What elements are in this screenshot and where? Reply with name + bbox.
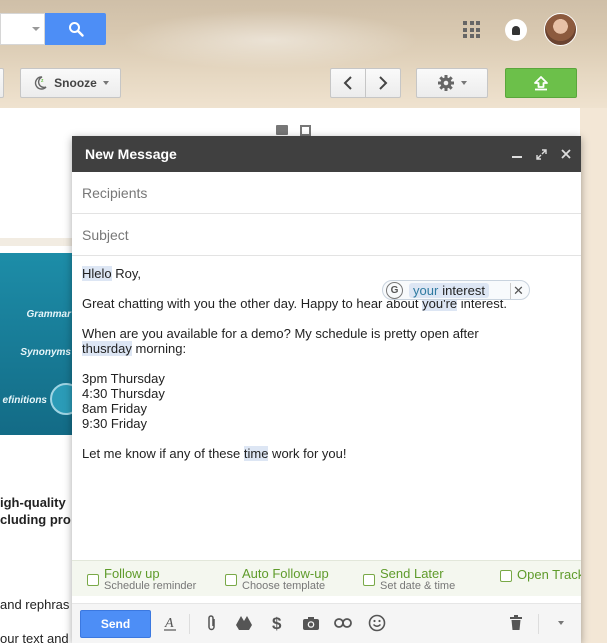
body-text: Great chatting with you the other day. H… [82,296,423,311]
close-icon[interactable] [561,149,571,159]
snooze-button[interactable]: z Snooze [20,68,121,98]
divider [0,238,72,246]
popout-icon[interactable] [300,125,311,136]
search-options-caret[interactable] [32,27,40,31]
money-icon[interactable]: $ [267,613,287,633]
link-icon[interactable] [333,613,353,633]
flagged-word[interactable]: time [243,446,269,461]
svg-text:z: z [41,78,44,84]
svg-text:$: $ [272,614,282,632]
body-text: 8am Friday [82,401,148,416]
notifications-bell-icon[interactable] [505,19,527,41]
body-text: 4:30 Thursday [82,386,165,401]
toolbar-button-partial[interactable] [0,68,4,98]
body-text: When are you available for a demo? My sc… [82,326,479,341]
promo-label: Grammar [26,309,71,320]
promo-label: Synonyms [20,347,71,358]
previous-button[interactable] [330,68,366,98]
send-later-option[interactable]: Send Later Set date & time [363,567,455,592]
grammarly-suggestion-card[interactable]: G your interest ✕ [382,280,530,300]
search-icon [68,22,84,37]
follow-up-checkbox[interactable] [87,574,99,586]
body-text: Let me know if any of these [82,446,244,461]
send-later-checkbox[interactable] [363,574,375,586]
promo-label: efinitions [2,395,47,406]
background-text-line: cluding pro [0,512,71,527]
print-icon[interactable] [276,125,288,135]
background-text-line: igh-quality [0,495,66,510]
avatar[interactable] [544,13,577,46]
send-upload-button[interactable] [505,68,577,98]
body-text: Roy, [111,266,142,281]
minimize-icon[interactable] [512,156,522,158]
search-button[interactable] [45,13,106,45]
compose-title: New Message [85,146,177,162]
misspelled-word[interactable]: Hlelo [82,266,112,281]
close-icon[interactable]: ✕ [510,283,526,299]
compose-bottom-bar: Send A $ [72,603,581,643]
recipients-placeholder: Recipients [82,184,148,201]
background-text-line: and rephras [0,597,70,612]
background-text-line: our text and [0,631,69,643]
send-upload-icon [534,76,548,91]
body-text: 9:30 Friday [82,416,148,431]
subject-field[interactable]: Subject [72,214,581,256]
suggestion-word: your [413,282,439,298]
snooze-label: Snooze [54,76,97,90]
subject-placeholder: Subject [82,226,129,243]
apps-grid-icon[interactable] [463,21,480,38]
search-input[interactable] [0,13,45,45]
auto-follow-up-checkbox[interactable] [225,574,237,586]
emoji-icon[interactable] [367,613,387,633]
settings-button[interactable] [416,68,488,98]
promo-banner-image: Grammar Synonyms efinitions [0,253,73,435]
promo-circle-icon [50,383,73,415]
grammarly-icon: G [386,281,403,299]
suggestion-replacement[interactable]: your interest [409,282,489,298]
plugin-subtitle: Set date & time [380,580,456,592]
plugin-subtitle: Schedule reminder [104,580,197,592]
divider [538,614,539,634]
send-button[interactable]: Send [80,610,151,638]
suggestion-word: interest [442,282,485,298]
compose-header[interactable]: New Message [72,136,581,172]
plugin-title: Auto Follow-up [242,566,329,581]
compose-window: New Message Recipients Subject Hlelo Roy… [72,136,581,643]
camera-icon[interactable] [301,613,321,633]
plugin-title: Send Later [380,566,444,581]
plugin-title: Follow up [104,566,160,581]
open-track-checkbox[interactable] [500,570,512,582]
plugin-subtitle: Choose template [242,580,326,592]
open-track-option[interactable]: Open Track [500,563,581,582]
plugin-bar: Follow up Schedule reminder Auto Follow-u… [72,560,581,596]
next-button[interactable] [365,68,401,98]
body-text: morning: [131,341,187,356]
chevron-right-icon [379,76,388,90]
recipients-field[interactable]: Recipients [72,172,581,214]
snooze-icon: z [35,76,47,90]
trash-icon[interactable] [506,613,526,633]
svg-text:A: A [164,616,174,631]
misspelled-word[interactable]: thusrday [82,341,132,356]
plugin-title: Open Track [517,567,581,582]
chevron-left-icon [343,76,352,90]
divider [189,614,190,634]
attach-icon[interactable] [202,613,222,633]
format-text-icon[interactable]: A [160,613,180,633]
more-options-icon[interactable] [551,613,571,633]
expand-icon[interactable] [536,148,547,160]
body-text: work for you! [268,446,347,461]
body-text: 3pm Thursday [82,371,165,386]
drive-icon[interactable] [234,613,254,633]
gear-icon [438,75,454,91]
follow-up-option[interactable]: Follow up Schedule reminder [87,567,196,592]
auto-follow-up-option[interactable]: Auto Follow-up Choose template [225,567,329,592]
